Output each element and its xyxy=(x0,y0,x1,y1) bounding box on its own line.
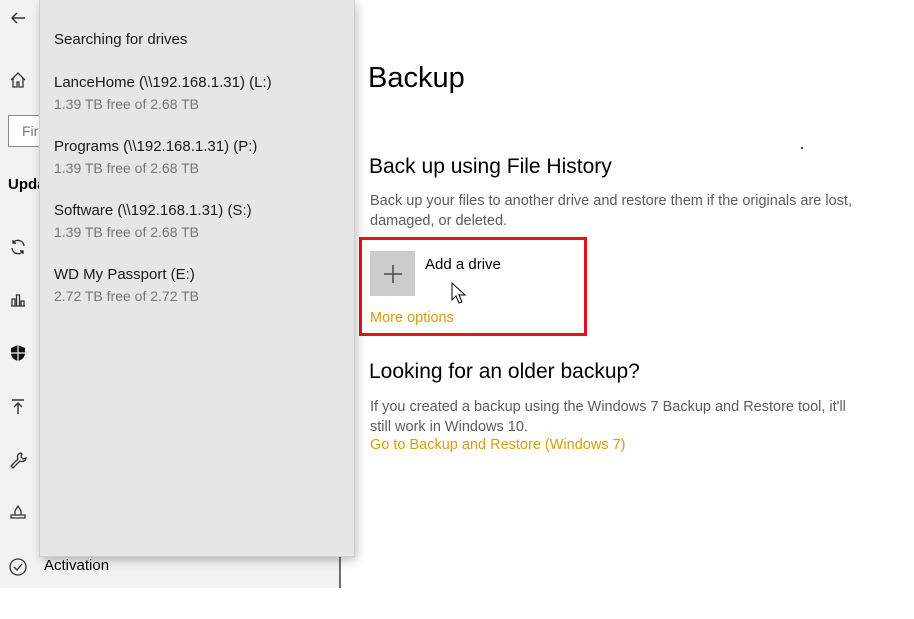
file-history-description: Back up your files to another drive and … xyxy=(370,193,852,229)
flyout-status: Searching for drives xyxy=(54,31,188,48)
drive-name: LanceHome (\\192.168.1.31) (L:) xyxy=(54,74,272,91)
troubleshoot-wrench-icon[interactable] xyxy=(6,448,30,472)
recovery-icon[interactable] xyxy=(6,500,30,524)
drive-name: Software (\\192.168.1.31) (S:) xyxy=(54,202,252,219)
back-arrow-icon[interactable] xyxy=(6,6,30,30)
home-icon[interactable] xyxy=(6,68,30,92)
add-drive-button[interactable]: Add a drive xyxy=(370,251,570,297)
drive-item[interactable]: LanceHome (\\192.168.1.31) (L:) 1.39 TB … xyxy=(54,73,344,114)
drive-picker-flyout: Searching for drives LanceHome (\\192.16… xyxy=(40,0,354,556)
drive-free-space: 1.39 TB free of 2.68 TB xyxy=(54,160,200,176)
shield-icon[interactable] xyxy=(6,341,30,365)
add-drive-label: Add a drive xyxy=(425,256,501,273)
activation-check-icon[interactable] xyxy=(6,555,30,579)
drive-free-space: 2.72 TB free of 2.72 TB xyxy=(54,288,200,304)
decorative-dot xyxy=(801,147,803,149)
plus-icon xyxy=(370,251,415,296)
search-input-text: Fir xyxy=(22,123,39,139)
delivery-optimization-icon[interactable] xyxy=(6,288,30,312)
older-backup-description: If you created a backup using the Window… xyxy=(370,399,846,435)
older-backup-heading: Looking for an older backup? xyxy=(369,360,640,383)
sync-icon[interactable] xyxy=(6,235,30,259)
backup-restore-windows7-link[interactable]: Go to Backup and Restore (Windows 7) xyxy=(370,437,625,453)
drive-name: Programs (\\192.168.1.31) (P:) xyxy=(54,138,258,155)
drive-item[interactable]: WD My Passport (E:) 2.72 TB free of 2.72… xyxy=(54,265,344,306)
page-title: Backup xyxy=(368,62,465,94)
more-options-link[interactable]: More options xyxy=(370,310,454,326)
drive-name: WD My Passport (E:) xyxy=(54,266,195,283)
mouse-cursor-icon xyxy=(451,282,467,304)
backup-arrow-icon[interactable] xyxy=(6,395,30,419)
drive-free-space: 1.39 TB free of 2.68 TB xyxy=(54,96,200,112)
drive-item[interactable]: Software (\\192.168.1.31) (S:) 1.39 TB f… xyxy=(54,201,344,242)
drive-item[interactable]: Programs (\\192.168.1.31) (P:) 1.39 TB f… xyxy=(54,137,344,178)
drive-free-space: 1.39 TB free of 2.68 TB xyxy=(54,224,200,240)
file-history-heading: Back up using File History xyxy=(369,155,612,178)
nav-item-activation[interactable]: Activation xyxy=(44,557,109,574)
